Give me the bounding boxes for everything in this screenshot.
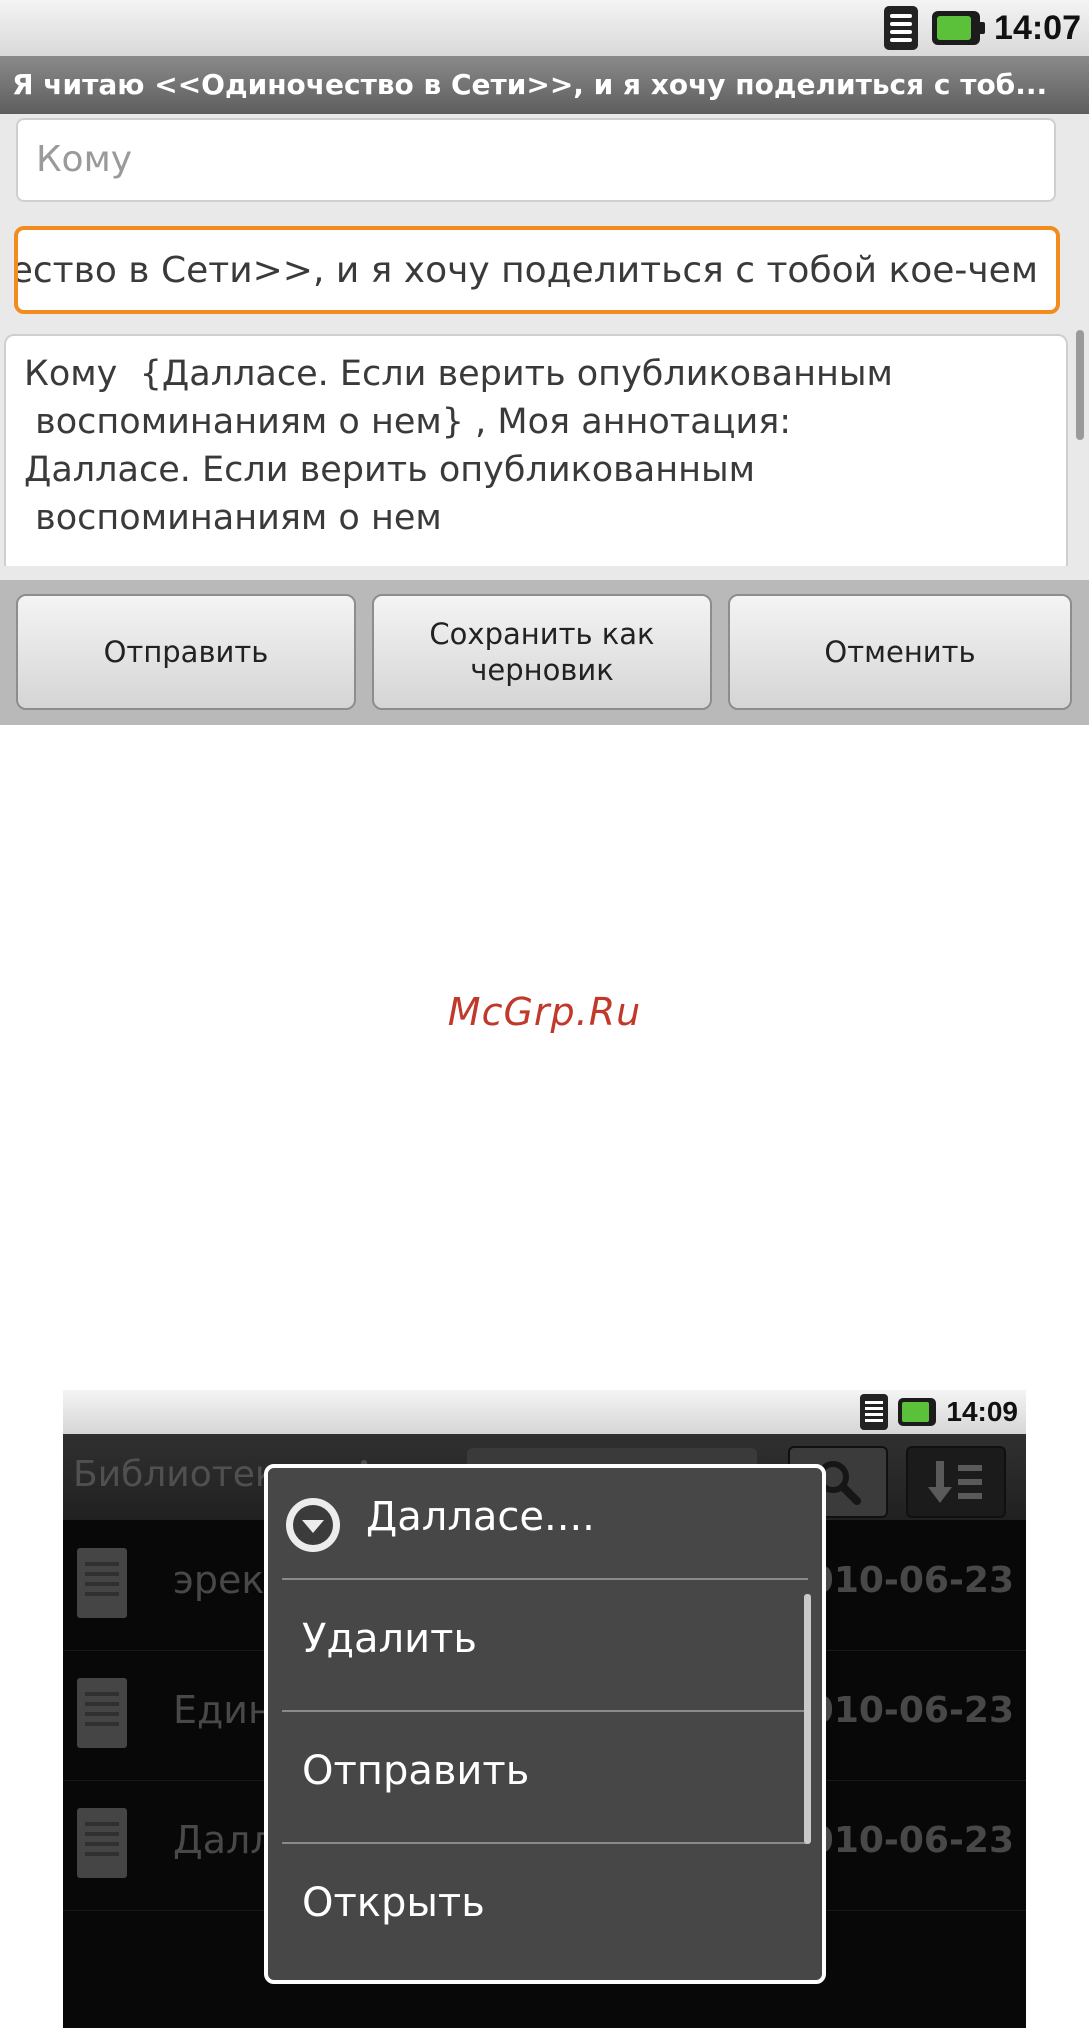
save-draft-button-label: Сохранить как черновик [429,617,655,687]
status-clock: 14:09 [946,1396,1018,1427]
context-menu-header: Далласе.... [268,1468,822,1578]
menu-item-label: Отправить [302,1748,530,1794]
signal-icon [860,1394,889,1430]
subject-field[interactable]: Одиночество в Сети>>, и я хочу поделитьс… [14,226,1060,314]
to-field[interactable]: Кому [16,118,1056,202]
menu-item-label: Удалить [302,1616,477,1662]
menu-item-delete[interactable]: Удалить [268,1580,822,1710]
scrollbar[interactable] [804,1594,811,1844]
chevron-down-icon [286,1498,340,1552]
context-menu: Далласе.... Удалить Отправить Открыть [264,1464,826,1984]
watermark: McGrp.Ru [447,990,642,1034]
menu-item-open[interactable]: Открыть [268,1844,822,1974]
library-screen: 14:09 Библиотека > Анн... эрекция 201 [63,1390,1026,2028]
battery-charging-icon [898,1398,937,1426]
menu-item-label: Открыть [302,1880,485,1926]
status-clock: 14:07 [994,8,1081,47]
subject-text: Одиночество в Сети>>, и я хочу поделитьс… [14,250,1038,291]
message-body-field[interactable]: Кому {Далласе. Если верить опубликованны… [4,334,1068,566]
send-button[interactable]: Отправить [16,594,356,710]
signal-icon [884,6,919,50]
menu-item-send[interactable]: Отправить [268,1712,822,1842]
send-button-label: Отправить [103,635,269,669]
scrollbar[interactable] [1076,330,1084,440]
status-bar: 14:09 [63,1390,1026,1434]
context-menu-title: Далласе.... [366,1494,595,1540]
compose-screen: 14:07 Я читаю <<Одиночество в Сети>>, и … [0,0,1089,725]
cancel-button-label: Отменить [824,635,976,669]
battery-charging-icon [932,11,986,45]
cancel-button[interactable]: Отменить [728,594,1072,710]
status-bar: 14:07 [0,0,1089,56]
window-title: Я читаю <<Одиночество в Сети>>, и я хочу… [0,56,1089,114]
save-draft-button[interactable]: Сохранить как черновик [372,594,712,710]
